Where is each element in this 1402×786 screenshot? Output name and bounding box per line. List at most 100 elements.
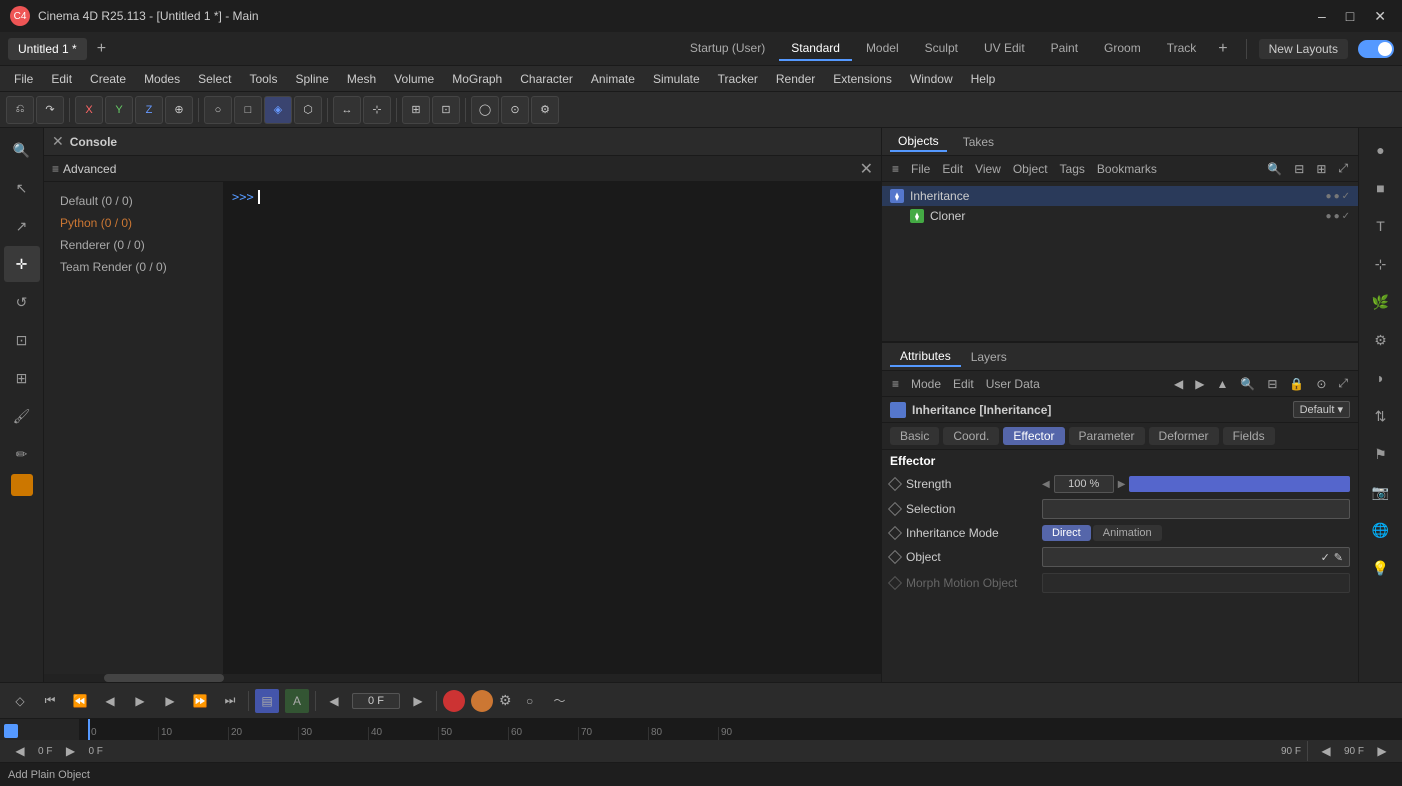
menu-simulate[interactable]: Simulate: [645, 70, 708, 88]
attr-toolbar-lock-icon[interactable]: 🔒: [1285, 377, 1308, 391]
right-icon-arrows[interactable]: ⇅: [1363, 398, 1399, 434]
sidebar-move-icon[interactable]: ✛: [4, 246, 40, 282]
sidebar-pen-icon[interactable]: ✏: [4, 436, 40, 472]
toolbar-z-icon[interactable]: Z: [135, 96, 163, 124]
new-layouts-button[interactable]: New Layouts: [1259, 39, 1348, 59]
timeline-ruler[interactable]: 0 10 20 30 40 50 60 70 80 90: [80, 719, 1402, 740]
strength-arrow-right[interactable]: ▶: [1118, 479, 1126, 490]
object-edit-icon[interactable]: ✎: [1334, 551, 1343, 564]
nav-tab-startup[interactable]: Startup (User): [678, 37, 777, 61]
toolbar-pivot-icon[interactable]: ⊹: [363, 96, 391, 124]
timeline-circle-icon[interactable]: ○: [518, 689, 542, 713]
console-sidebar-python[interactable]: Python (0 / 0): [44, 212, 223, 234]
nav-tab-track[interactable]: Track: [1155, 37, 1209, 61]
menu-help[interactable]: Help: [963, 70, 1004, 88]
inheritance-mode-animation-button[interactable]: Animation: [1093, 525, 1162, 541]
right-icon-sphere[interactable]: ●: [1363, 132, 1399, 168]
menu-tracker[interactable]: Tracker: [710, 70, 766, 88]
tab-add-button[interactable]: +: [91, 40, 112, 58]
right-icon-dots[interactable]: ⊹: [1363, 246, 1399, 282]
console-close-icon[interactable]: ✕: [52, 133, 64, 150]
menu-mograph[interactable]: MoGraph: [444, 70, 510, 88]
sidebar-rotate-icon[interactable]: ↺: [4, 284, 40, 320]
inheritance-mode-direct-button[interactable]: Direct: [1042, 525, 1091, 541]
inheritance-dot2[interactable]: ●: [1334, 191, 1340, 202]
attr-toolbar-expand-icon[interactable]: ⤢: [1334, 376, 1352, 391]
console-x-button[interactable]: ✕: [860, 159, 873, 179]
right-icon-gear[interactable]: ⚙: [1363, 322, 1399, 358]
right-icon-globe[interactable]: 🌐: [1363, 512, 1399, 548]
timeline-record-icon[interactable]: ▤: [255, 689, 279, 713]
toolbar-target-icon[interactable]: ⊙: [501, 96, 529, 124]
toolbar-poly-icon[interactable]: ◈: [264, 96, 292, 124]
selection-diamond-icon[interactable]: [888, 502, 902, 516]
toolbar-redo-icon[interactable]: ↷: [36, 96, 64, 124]
timeline-wave-icon[interactable]: 〜: [548, 689, 572, 713]
toolbar-move-icon[interactable]: ↔: [333, 96, 361, 124]
menu-tools[interactable]: Tools: [241, 70, 285, 88]
timeline-keyframe2-icon[interactable]: A: [285, 689, 309, 713]
attr-subtab-basic[interactable]: Basic: [890, 427, 939, 445]
objects-toolbar-expand-icon[interactable]: ⤢: [1334, 161, 1352, 176]
menu-character[interactable]: Character: [512, 70, 581, 88]
timeline-arrow-right[interactable]: ▶: [406, 689, 430, 713]
timeline-bottom-prev[interactable]: ◀: [8, 739, 32, 763]
timeline-prev-icon[interactable]: ⏪: [68, 689, 92, 713]
timeline-back-icon[interactable]: ◀: [98, 689, 122, 713]
strength-input[interactable]: 100 %: [1054, 475, 1114, 493]
inheritance-check[interactable]: ✓: [1342, 191, 1350, 202]
menu-animate[interactable]: Animate: [583, 70, 643, 88]
attr-subtab-deformer[interactable]: Deformer: [1149, 427, 1219, 445]
menu-create[interactable]: Create: [82, 70, 134, 88]
nav-tab-standard[interactable]: Standard: [779, 37, 852, 61]
timeline-end-prev[interactable]: ◀: [1314, 739, 1338, 763]
inheritance-mode-diamond-icon[interactable]: [888, 526, 902, 540]
cloner-dot2[interactable]: ●: [1334, 211, 1340, 222]
attr-subtab-effector[interactable]: Effector: [1003, 427, 1064, 445]
attr-toolbar-up-icon[interactable]: ▲: [1212, 377, 1232, 391]
inheritance-dot1[interactable]: ●: [1326, 191, 1332, 202]
menu-extensions[interactable]: Extensions: [825, 70, 900, 88]
attr-toolbar-mode[interactable]: Mode: [907, 377, 945, 391]
nav-tab-groom[interactable]: Groom: [1092, 37, 1153, 61]
nav-tab-sculpt[interactable]: Sculpt: [913, 37, 970, 61]
sidebar-scale-icon[interactable]: ⊡: [4, 322, 40, 358]
timeline-arrow-left[interactable]: ◀: [322, 689, 346, 713]
objects-toolbar-search-icon[interactable]: 🔍: [1263, 162, 1286, 176]
object-item-cloner[interactable]: ⧫ Cloner ● ● ✓: [882, 206, 1358, 226]
close-button[interactable]: ✕: [1368, 6, 1392, 27]
selection-text-field[interactable]: [1042, 499, 1350, 519]
menu-modes[interactable]: Modes: [136, 70, 188, 88]
nav-tab-model[interactable]: Model: [854, 37, 911, 61]
objects-toolbar-menu-icon[interactable]: ≡: [888, 162, 903, 176]
toolbar-grid-icon[interactable]: ⊞: [402, 96, 430, 124]
tab-attributes[interactable]: Attributes: [890, 347, 961, 367]
tab-layers[interactable]: Layers: [961, 348, 1017, 366]
maximize-button[interactable]: □: [1340, 6, 1360, 27]
tab-objects[interactable]: Objects: [890, 132, 947, 152]
cloner-check[interactable]: ✓: [1342, 211, 1350, 222]
object-diamond-icon[interactable]: [888, 550, 902, 564]
toolbar-world-icon[interactable]: ⊕: [165, 96, 193, 124]
console-content[interactable]: >>>: [224, 182, 881, 674]
attr-toolbar-back-icon[interactable]: ◀: [1170, 377, 1187, 391]
new-layouts-toggle[interactable]: [1358, 40, 1394, 58]
objects-toolbar-file[interactable]: File: [907, 162, 934, 176]
attr-subtab-parameter[interactable]: Parameter: [1069, 427, 1145, 445]
timeline-bottom-next[interactable]: ▶: [58, 739, 82, 763]
attr-toolbar-target-icon[interactable]: ⊙: [1312, 377, 1330, 391]
attr-subtab-coord[interactable]: Coord.: [943, 427, 999, 445]
attr-toolbar-edit[interactable]: Edit: [949, 377, 978, 391]
attr-toolbar-search-icon[interactable]: 🔍: [1236, 377, 1259, 391]
sidebar-transform-icon[interactable]: ⊞: [4, 360, 40, 396]
right-icon-tree[interactable]: 🌿: [1363, 284, 1399, 320]
menu-file[interactable]: File: [6, 70, 41, 88]
nav-tab-add[interactable]: +: [1212, 40, 1233, 58]
sidebar-arrow-icon[interactable]: ↖: [4, 170, 40, 206]
minimize-button[interactable]: –: [1312, 6, 1332, 27]
timeline-forward-icon[interactable]: ▶: [158, 689, 182, 713]
tab-untitled[interactable]: Untitled 1 *: [8, 38, 87, 60]
toolbar-circle-icon[interactable]: ◯: [471, 96, 499, 124]
toolbar-settings-icon[interactable]: ⚙: [531, 96, 559, 124]
toolbar-y-icon[interactable]: Y: [105, 96, 133, 124]
